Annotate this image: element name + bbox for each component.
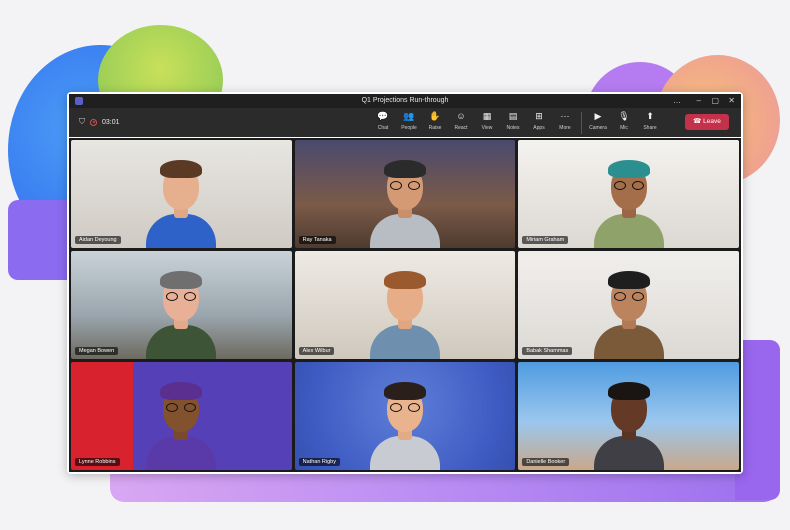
mic-button[interactable]: 🎙 Mic: [611, 110, 637, 134]
notes-button[interactable]: ▤ Notes: [500, 110, 526, 134]
video-tile[interactable]: Ray Tanaka: [294, 140, 516, 248]
participant-name: Nathan Rigby: [298, 458, 340, 466]
camera-button[interactable]: ▶ Camera: [585, 110, 611, 134]
video-tile[interactable]: Danielle Booker: [518, 362, 739, 470]
video-tile[interactable]: Nathan Rigby: [294, 362, 516, 470]
participant-name: Ray Tanaka: [298, 236, 336, 244]
notes-icon: ▤: [508, 111, 518, 121]
leave-label: Leave: [703, 118, 721, 125]
toolbar-divider: [581, 112, 582, 134]
teams-meeting-window: Q1 Projections Run-through … – ▢ ✕ ⛉ 03:…: [67, 92, 743, 474]
meeting-timer: 03:01: [102, 118, 120, 126]
video-tile[interactable]: Lynne Robbins: [71, 362, 292, 470]
camera-label: Camera: [589, 125, 607, 131]
avatar: [584, 362, 674, 470]
avatar: [136, 251, 226, 359]
maximize-icon[interactable]: ▢: [711, 96, 719, 105]
camera-icon: ▶: [594, 111, 602, 121]
participant-name: Danielle Booker: [522, 458, 570, 466]
raise-hand-button[interactable]: ✋ Raise: [422, 110, 448, 134]
leave-button[interactable]: ☎ Leave: [685, 114, 729, 130]
apps-icon: ⊞: [535, 111, 543, 121]
participant-name: Aidan Deyoung: [75, 236, 121, 244]
avatar: [360, 362, 450, 470]
more-label: More: [559, 125, 571, 131]
more-button[interactable]: ··· More: [552, 110, 578, 134]
avatar: [360, 140, 450, 248]
react-label: React: [454, 125, 468, 131]
react-icon: ☺: [456, 111, 466, 121]
apps-label: Apps: [533, 125, 545, 131]
recording-indicator: ⛉ 03:01: [79, 117, 120, 127]
participant-name: Lynne Robbins: [75, 458, 120, 466]
mic-icon: 🎙: [618, 111, 630, 121]
share-label: Share: [643, 125, 657, 131]
avatar: [360, 251, 450, 359]
view-button[interactable]: ▦ View: [474, 110, 500, 134]
avatar: [584, 251, 674, 359]
people-icon: 👥: [403, 111, 415, 121]
participant-name: Alex Wilbur: [298, 347, 335, 355]
window-title: Q1 Projections Run-through: [361, 97, 449, 104]
people-label: People: [401, 125, 417, 131]
video-tile[interactable]: Miriam Graham: [518, 140, 739, 248]
avatar: [136, 362, 226, 470]
chat-button[interactable]: 💬 Chat: [370, 110, 396, 134]
participant-name: Megan Bowen: [75, 347, 119, 355]
minimize-icon[interactable]: –: [697, 96, 701, 105]
video-tile[interactable]: Babak Shammas: [518, 251, 739, 359]
more-options-icon[interactable]: …: [673, 96, 681, 105]
video-tile[interactable]: Alex Wilbur: [294, 251, 516, 359]
phone-hangup-icon: ☎: [693, 118, 702, 125]
chat-icon: 💬: [377, 111, 389, 121]
view-label: View: [481, 125, 493, 131]
view-icon: ▦: [482, 111, 492, 121]
meeting-toolbar: ⛉ 03:01 💬 Chat 👥 People ✋ Raise ☺ React ▦ Vie…: [69, 108, 741, 137]
video-grid: Aidan Deyoung Ray Tanaka Miriam Graham M…: [69, 138, 741, 472]
more-icon: ···: [560, 111, 570, 121]
video-tile[interactable]: Megan Bowen: [71, 251, 292, 359]
toolbar-buttons: 💬 Chat 👥 People ✋ Raise ☺ React ▦ View ▤ Notes…: [370, 110, 663, 134]
avatar: [584, 140, 674, 248]
participant-name: Babak Shammas: [522, 347, 573, 355]
record-icon: [90, 118, 97, 126]
share-icon: ⬆: [646, 111, 654, 121]
mic-label: Mic: [620, 125, 628, 131]
share-button[interactable]: ⬆ Share: [637, 110, 663, 134]
react-button[interactable]: ☺ React: [448, 110, 474, 134]
participant-name: Miriam Graham: [522, 236, 569, 244]
close-icon[interactable]: ✕: [728, 96, 735, 105]
chat-label: Chat: [377, 125, 389, 131]
people-button[interactable]: 👥 People: [396, 110, 422, 134]
raise-label: Raise: [428, 125, 442, 131]
shield-icon: ⛉: [79, 117, 85, 126]
apps-button[interactable]: ⊞ Apps: [526, 110, 552, 134]
title-bar: Q1 Projections Run-through … – ▢ ✕: [69, 94, 741, 108]
avatar: [136, 140, 226, 248]
notes-label: Notes: [506, 125, 520, 131]
raise-hand-icon: ✋: [429, 111, 441, 121]
video-tile[interactable]: Aidan Deyoung: [71, 140, 292, 248]
